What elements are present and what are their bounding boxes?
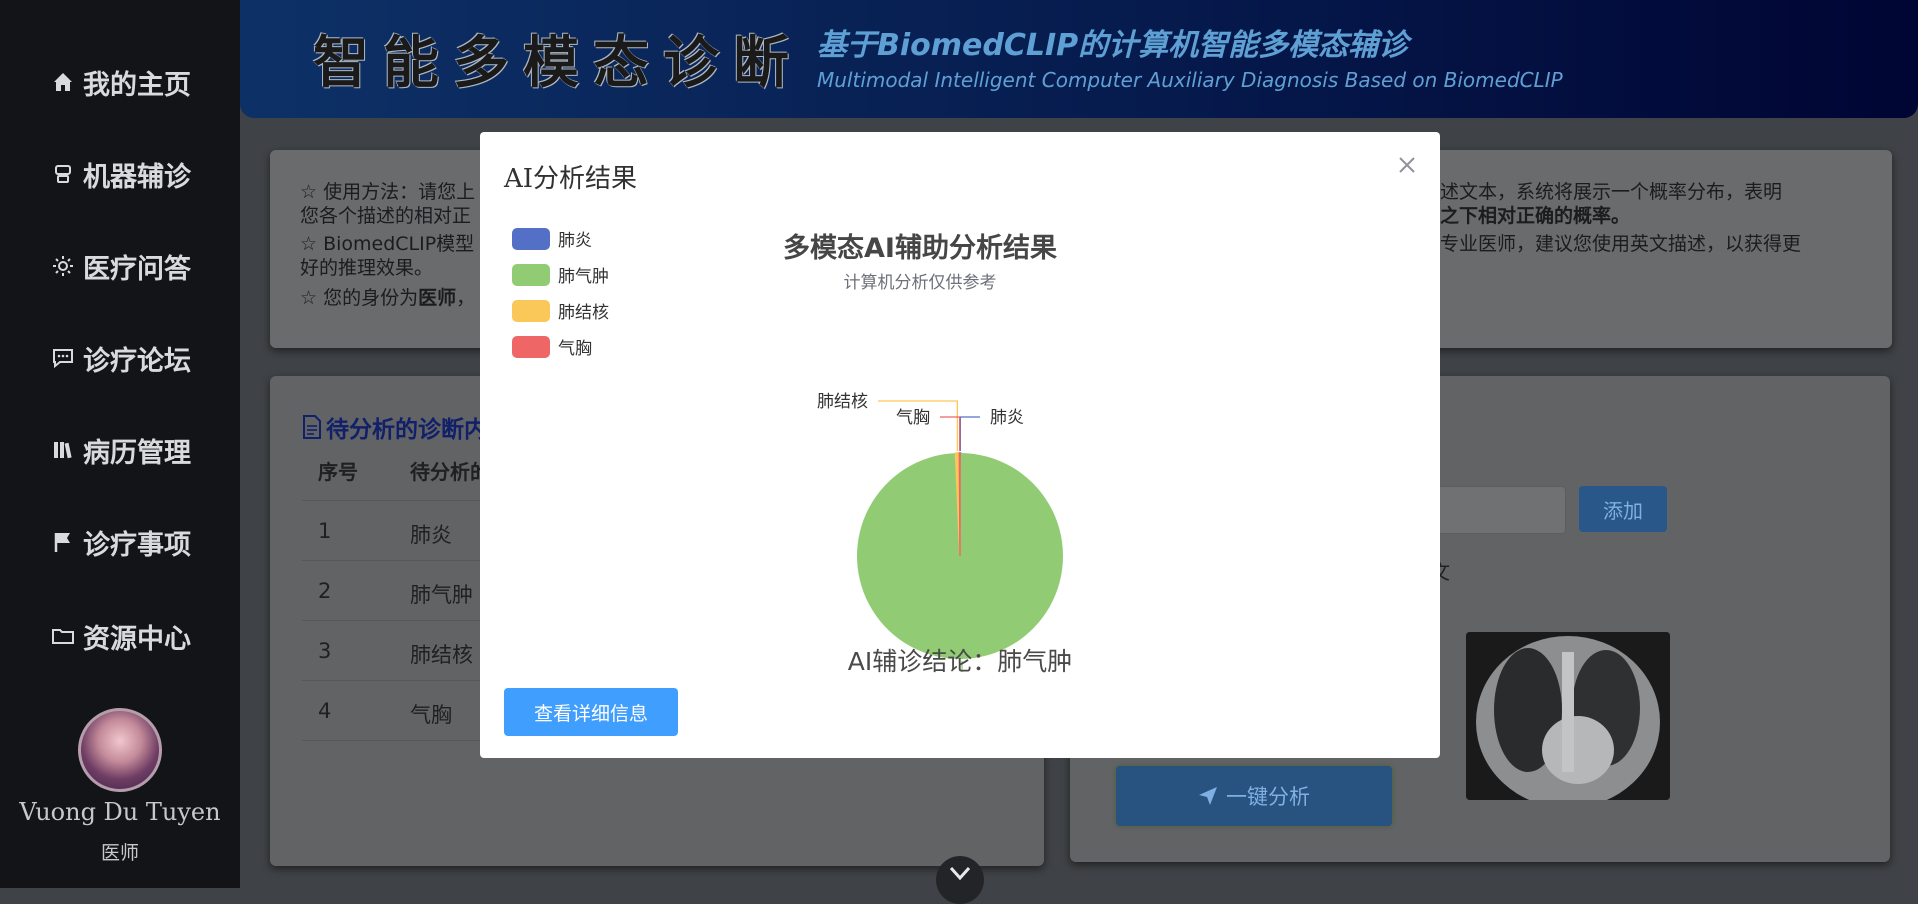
pie-label: 肺炎: [990, 408, 1024, 428]
ai-conclusion: AI辅诊结论：肺气肿: [847, 647, 1073, 676]
close-button[interactable]: [1394, 152, 1420, 178]
pie-slice-4[interactable]: [958, 452, 961, 557]
chart-title: 多模态AI辅助分析结果: [783, 233, 1057, 264]
pie-leader-line: [959, 416, 980, 452]
dialog-title: AI分析结果: [504, 164, 638, 194]
pie-label: 气胸: [896, 408, 930, 428]
pie-chart: 肺炎肺气肿肺结核气胸: [817, 392, 1064, 672]
analysis-result-dialog: AI分析结果 肺炎 肺气肿 肺结核 气胸 多模态AI辅助分析结果 计算机分析仅供…: [480, 132, 1440, 758]
close-icon: [1394, 157, 1420, 182]
view-details-button[interactable]: 查看详细信息: [504, 688, 678, 736]
pie-label: 肺结核: [817, 392, 868, 412]
